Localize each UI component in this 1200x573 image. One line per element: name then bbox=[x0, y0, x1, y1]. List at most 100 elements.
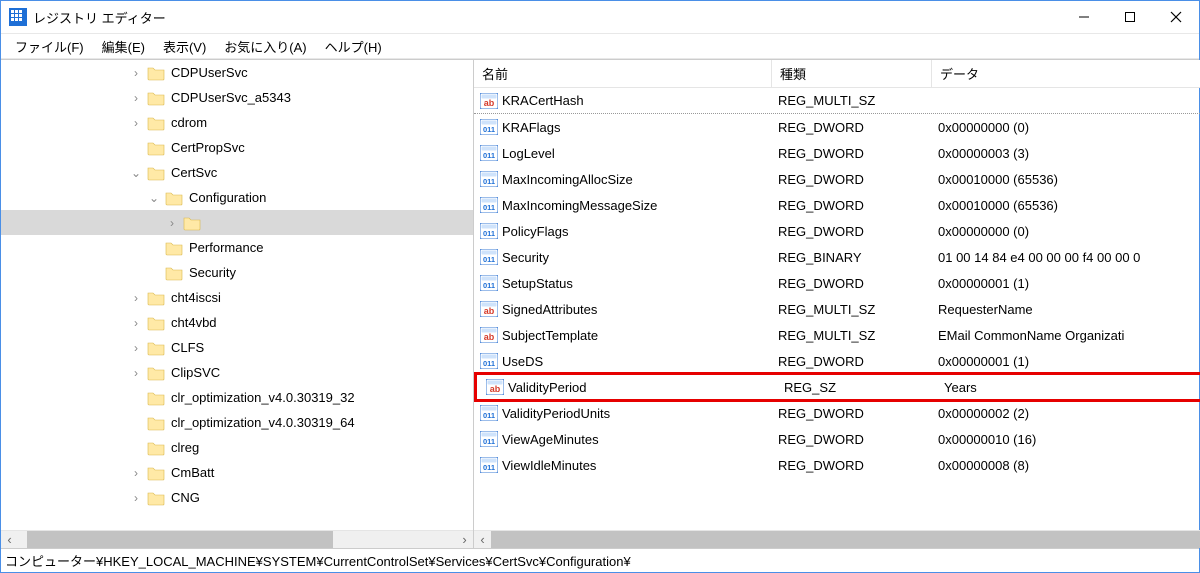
value-name: LogLevel bbox=[502, 146, 555, 161]
tree-item[interactable]: ›CDPUserSvc bbox=[1, 60, 473, 85]
value-data: 0x00000010 (16) bbox=[932, 432, 1200, 447]
list-row[interactable]: PolicyFlagsREG_DWORD0x00000000 (0) bbox=[474, 218, 1200, 244]
list-row[interactable]: SecurityREG_BINARY01 00 14 84 e4 00 00 0… bbox=[474, 244, 1200, 270]
tree-item[interactable]: ›CLFS bbox=[1, 335, 473, 360]
value-name: Security bbox=[502, 250, 549, 265]
value-name: UseDS bbox=[502, 354, 543, 369]
column-name[interactable]: 名前 bbox=[474, 60, 772, 87]
tree-item-label: clr_optimization_v4.0.30319_32 bbox=[169, 390, 357, 405]
menubar: ファイル(F) 編集(E) 表示(V) お気に入り(A) ヘルプ(H) bbox=[1, 33, 1199, 59]
value-data: 0x00000008 (8) bbox=[932, 458, 1200, 473]
list-row[interactable]: ValidityPeriodREG_SZYears bbox=[474, 372, 1200, 402]
column-type[interactable]: 種類 bbox=[772, 60, 932, 87]
string-value-icon bbox=[486, 379, 504, 395]
string-value-icon bbox=[480, 327, 498, 343]
tree-expander-icon[interactable]: › bbox=[163, 216, 181, 230]
tree-scroll[interactable]: ›CDPUserSvc›CDPUserSvc_a5343›cdromCertPr… bbox=[1, 60, 473, 530]
list-row[interactable]: ViewIdleMinutesREG_DWORD0x00000008 (8) bbox=[474, 452, 1200, 478]
tree-item[interactable]: Performance bbox=[1, 235, 473, 260]
tree-hscrollbar[interactable]: ‹ › bbox=[1, 530, 473, 548]
menu-view[interactable]: 表示(V) bbox=[155, 35, 214, 58]
minimize-button[interactable] bbox=[1061, 2, 1107, 32]
folder-icon bbox=[147, 65, 165, 81]
value-data: 0x00000003 (3) bbox=[932, 146, 1200, 161]
menu-help[interactable]: ヘルプ(H) bbox=[317, 35, 390, 58]
binary-value-icon bbox=[480, 197, 498, 213]
list-row[interactable]: SetupStatusREG_DWORD0x00000001 (1) bbox=[474, 270, 1200, 296]
tree-expander-icon[interactable]: › bbox=[127, 466, 145, 480]
tree-item[interactable]: CertPropSvc bbox=[1, 135, 473, 160]
folder-icon bbox=[165, 265, 183, 281]
tree-item[interactable]: ›cht4iscsi bbox=[1, 285, 473, 310]
tree-expander-icon[interactable]: › bbox=[127, 66, 145, 80]
list-body[interactable]: KRACertHashREG_MULTI_SZKRAFlagsREG_DWORD… bbox=[474, 88, 1200, 530]
tree-pane: ›CDPUserSvc›CDPUserSvc_a5343›cdromCertPr… bbox=[1, 60, 474, 548]
list-row[interactable]: MaxIncomingAllocSizeREG_DWORD0x00010000 … bbox=[474, 166, 1200, 192]
list-row[interactable]: KRACertHashREG_MULTI_SZ bbox=[474, 88, 1200, 114]
statusbar-path: コンピューター¥HKEY_LOCAL_MACHINE¥SYSTEM¥Curren… bbox=[1, 548, 1199, 572]
menu-edit[interactable]: 編集(E) bbox=[94, 35, 153, 58]
tree-item[interactable]: ⌄ Configuration bbox=[1, 185, 473, 210]
tree-expander-icon[interactable]: › bbox=[127, 291, 145, 305]
folder-icon bbox=[183, 215, 201, 231]
tree-expander-icon[interactable]: › bbox=[127, 116, 145, 130]
tree-item[interactable]: ›cdrom bbox=[1, 110, 473, 135]
list-hscrollbar[interactable]: ‹ › bbox=[474, 530, 1200, 548]
list-row[interactable]: SignedAttributesREG_MULTI_SZRequesterNam… bbox=[474, 296, 1200, 322]
folder-icon bbox=[147, 115, 165, 131]
list-row[interactable]: SubjectTemplateREG_MULTI_SZEMail CommonN… bbox=[474, 322, 1200, 348]
tree-item[interactable]: ›CDPUserSvc_a5343 bbox=[1, 85, 473, 110]
tree-item-label: clr_optimization_v4.0.30319_64 bbox=[169, 415, 357, 430]
titlebar[interactable]: レジストリ エディター bbox=[1, 1, 1199, 33]
maximize-button[interactable] bbox=[1107, 2, 1153, 32]
value-name: MaxIncomingAllocSize bbox=[502, 172, 633, 187]
close-button[interactable] bbox=[1153, 2, 1199, 32]
folder-icon bbox=[147, 90, 165, 106]
list-pane: 名前 種類 データ KRACertHashREG_MULTI_SZKRAFlag… bbox=[474, 60, 1200, 548]
tree-item[interactable]: Security bbox=[1, 260, 473, 285]
tree-item[interactable]: ⌄ CertSvc bbox=[1, 160, 473, 185]
value-data: 0x00010000 (65536) bbox=[932, 172, 1200, 187]
tree-item[interactable]: ›CNG bbox=[1, 485, 473, 510]
binary-value-icon bbox=[480, 431, 498, 447]
list-row[interactable]: UseDSREG_DWORD0x00000001 (1) bbox=[474, 348, 1200, 374]
value-data: 0x00000002 (2) bbox=[932, 406, 1200, 421]
folder-icon bbox=[147, 365, 165, 381]
tree-expander-icon[interactable]: › bbox=[127, 366, 145, 380]
scroll-left-icon[interactable]: ‹ bbox=[1, 531, 18, 548]
binary-value-icon bbox=[480, 119, 498, 135]
value-type: REG_DWORD bbox=[772, 198, 932, 213]
list-row[interactable]: KRAFlagsREG_DWORD0x00000000 (0) bbox=[474, 114, 1200, 140]
tree-expander-icon[interactable]: › bbox=[127, 491, 145, 505]
tree-expander-icon[interactable]: › bbox=[127, 316, 145, 330]
tree-expander-icon[interactable]: › bbox=[127, 341, 145, 355]
value-name: SubjectTemplate bbox=[502, 328, 598, 343]
binary-value-icon bbox=[480, 275, 498, 291]
tree-expander-icon[interactable]: ⌄ bbox=[145, 191, 163, 205]
tree-expander-icon[interactable]: ⌄ bbox=[127, 166, 145, 180]
tree-item[interactable]: clr_optimization_v4.0.30319_64 bbox=[1, 410, 473, 435]
value-data: RequesterName bbox=[932, 302, 1200, 317]
scroll-right-icon[interactable]: › bbox=[456, 531, 473, 548]
tree-item[interactable]: ›cht4vbd bbox=[1, 310, 473, 335]
tree-item[interactable]: › bbox=[1, 210, 473, 235]
tree-item-label: CertSvc bbox=[169, 165, 219, 180]
tree-item-label: Configuration bbox=[187, 190, 268, 205]
value-name: SignedAttributes bbox=[502, 302, 597, 317]
folder-icon bbox=[165, 240, 183, 256]
list-row[interactable]: LogLevelREG_DWORD0x00000003 (3) bbox=[474, 140, 1200, 166]
column-data[interactable]: データ bbox=[932, 60, 1200, 87]
tree-item[interactable]: clreg bbox=[1, 435, 473, 460]
tree-item[interactable]: ›ClipSVC bbox=[1, 360, 473, 385]
tree-item[interactable]: ›CmBatt bbox=[1, 460, 473, 485]
value-name: ValidityPeriod bbox=[508, 380, 587, 395]
value-name: PolicyFlags bbox=[502, 224, 568, 239]
scroll-left-icon[interactable]: ‹ bbox=[474, 531, 491, 548]
list-row[interactable]: MaxIncomingMessageSizeREG_DWORD0x0001000… bbox=[474, 192, 1200, 218]
tree-item[interactable]: clr_optimization_v4.0.30319_32 bbox=[1, 385, 473, 410]
list-row[interactable]: ViewAgeMinutesREG_DWORD0x00000010 (16) bbox=[474, 426, 1200, 452]
tree-expander-icon[interactable]: › bbox=[127, 91, 145, 105]
menu-file[interactable]: ファイル(F) bbox=[7, 35, 92, 58]
list-row[interactable]: ValidityPeriodUnitsREG_DWORD0x00000002 (… bbox=[474, 400, 1200, 426]
menu-favorites[interactable]: お気に入り(A) bbox=[216, 35, 314, 58]
